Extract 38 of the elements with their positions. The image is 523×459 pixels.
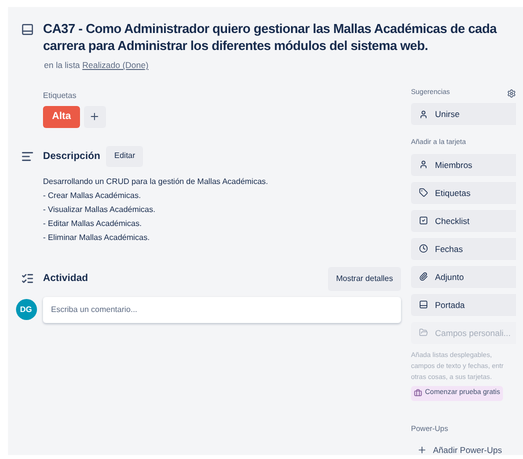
plus-icon [417,445,427,455]
user-icon [419,160,428,170]
description-line: Desarrollando un CRUD para la gestión de Mallas Académicas. [43,176,269,188]
list-caption: en la lista [44,60,80,70]
settings-icon[interactable] [507,88,516,98]
card-icon [21,23,34,36]
plus-icon [89,111,100,122]
card-icon [419,300,428,310]
user-icon [419,110,428,119]
comment-field[interactable]: Escriba un comentario... [43,296,401,323]
show-details-button[interactable]: Mostrar detalles [328,266,401,291]
description-line: - Crear Mallas Académicas. [43,190,142,202]
sidebar-button[interactable]: Etiquetas [411,182,516,204]
sidebar-button[interactable]: Checklist [411,210,516,232]
sidebar-button[interactable]: Unirse [411,103,516,126]
add-label-button[interactable] [84,106,106,128]
labels-heading: Etiquetas [43,90,78,102]
paperclip-icon [419,272,428,282]
clock-icon [419,244,428,254]
card-title: CA37 - Como Administrador quiero gestionar las Mallas Académicas de cada carrera para Administrar los diferentes módulos del sistema web. [43,20,498,54]
list-link[interactable]: Realizado (Done) [82,60,148,70]
edit-button[interactable]: Editar [106,146,144,167]
activity-heading: Actividad [43,272,88,286]
briefcase-icon [414,389,422,398]
activity-icon [21,272,34,286]
sidebar-button[interactable]: Portada [411,294,516,316]
description-icon [21,150,34,163]
sidebar-button[interactable]: Adjunto [411,266,516,288]
description-line: - Editar Mallas Académicas. [43,218,143,230]
description-heading: Descripción [43,150,100,164]
tag-icon [419,188,428,198]
add-powerups-button[interactable]: Añadir Power-Ups [411,439,502,459]
description-line: - Visualizar Mallas Académicas. [43,204,156,216]
sidebar-button[interactable]: Miembros [411,154,516,176]
sidebar-button[interactable]: Fechas [411,238,516,260]
folder-icon [419,328,428,338]
description-line: - Eliminar Mallas Académicas. [43,232,151,244]
checkbox-icon [419,216,428,226]
